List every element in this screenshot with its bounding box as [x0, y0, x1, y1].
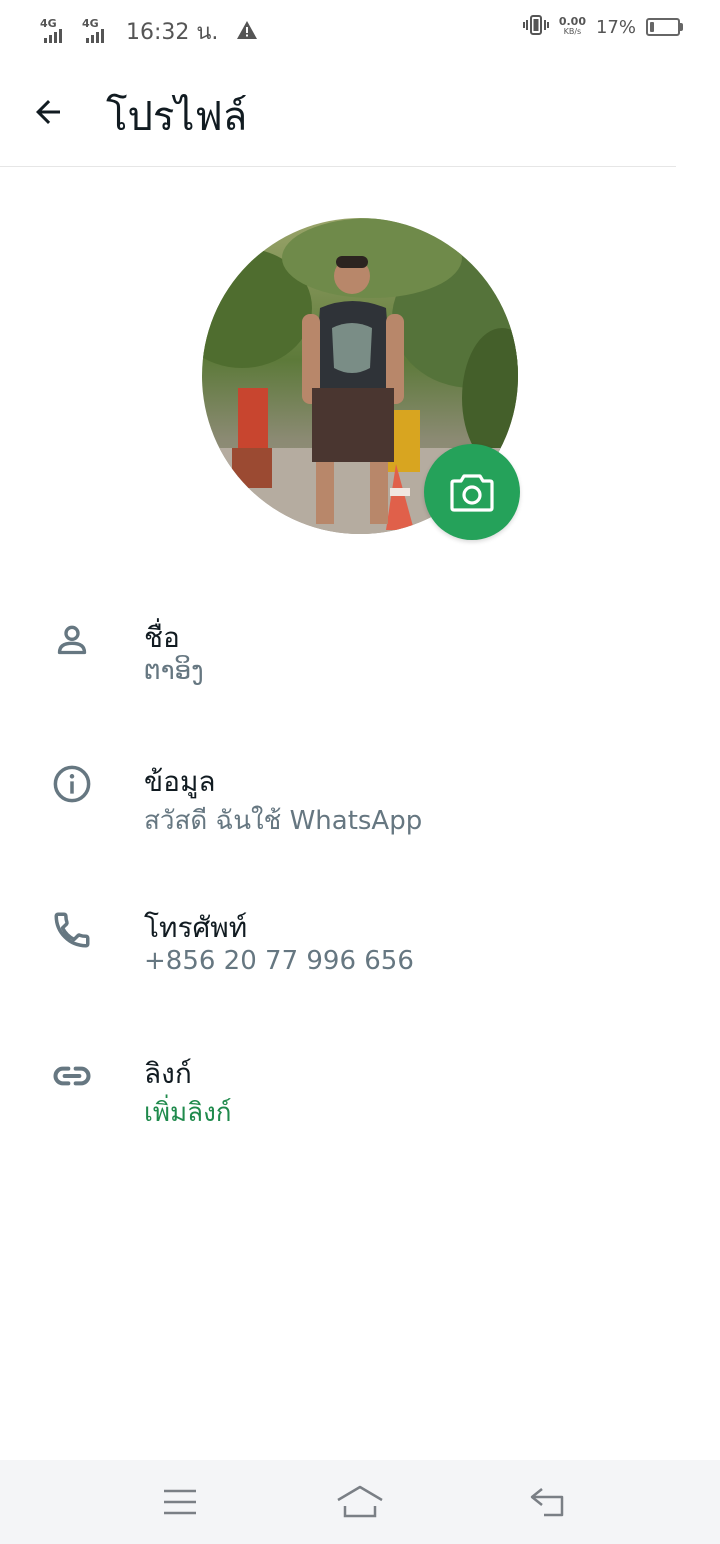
phone-value: +856 20 77 996 656	[144, 946, 414, 976]
system-nav-bar	[0, 1460, 720, 1544]
network-speed: 0.00 KB/s	[558, 15, 586, 36]
app-bar: โปรไฟล์	[0, 58, 676, 167]
back-icon[interactable]	[518, 1478, 578, 1526]
info-icon	[48, 760, 96, 808]
change-photo-button[interactable]	[424, 444, 520, 540]
battery-percent: 17%	[595, 16, 636, 38]
link-row[interactable]: ลิงก์ เพิ่มลิงก์	[0, 1052, 720, 1172]
add-link-button[interactable]: เพิ่มลิงก์	[144, 1092, 232, 1133]
link-label: ลิงก์	[144, 1057, 192, 1090]
home-icon[interactable]	[330, 1478, 390, 1526]
about-value: สวัสดี ฉันใช้ WhatsApp	[144, 806, 423, 836]
status-time: 16:32 น.	[126, 20, 219, 45]
page-title: โปรไฟล์	[106, 94, 248, 140]
vibrate-icon	[522, 14, 549, 40]
profile-screen: 4G 4G 16:32 น. 0.00 KB/s 17% โปรไฟล์ ชื่…	[0, 0, 720, 1544]
link-icon	[48, 1052, 96, 1100]
phone-icon	[48, 906, 96, 954]
signal-1-icon: 4G	[40, 17, 74, 45]
status-bar: 4G 4G 16:32 น. 0.00 KB/s 17%	[0, 0, 720, 58]
phone-row[interactable]: โทรศัพท์ +856 20 77 996 656	[0, 906, 720, 1026]
name-row[interactable]: ชื่อ ຕາອິງ	[0, 616, 720, 736]
camera-icon	[450, 474, 494, 512]
name-value: ຕາອິງ	[144, 656, 204, 686]
phone-label: โทรศัพท์	[144, 911, 248, 944]
menu-icon[interactable]	[150, 1478, 210, 1526]
battery-fill	[650, 22, 654, 32]
name-label: ชื่อ	[144, 621, 180, 654]
warning-icon	[236, 20, 258, 44]
person-icon	[48, 616, 96, 664]
arrow-back-icon[interactable]	[24, 88, 72, 136]
battery-icon	[646, 18, 683, 36]
status-left: 4G 4G 16:32 น.	[40, 14, 258, 49]
about-label: ข้อมูล	[144, 765, 216, 798]
signal-2-icon: 4G	[82, 17, 116, 45]
about-row[interactable]: ข้อมูล สวัสดี ฉันใช้ WhatsApp	[0, 760, 720, 880]
status-right: 0.00 KB/s 17%	[522, 14, 683, 40]
